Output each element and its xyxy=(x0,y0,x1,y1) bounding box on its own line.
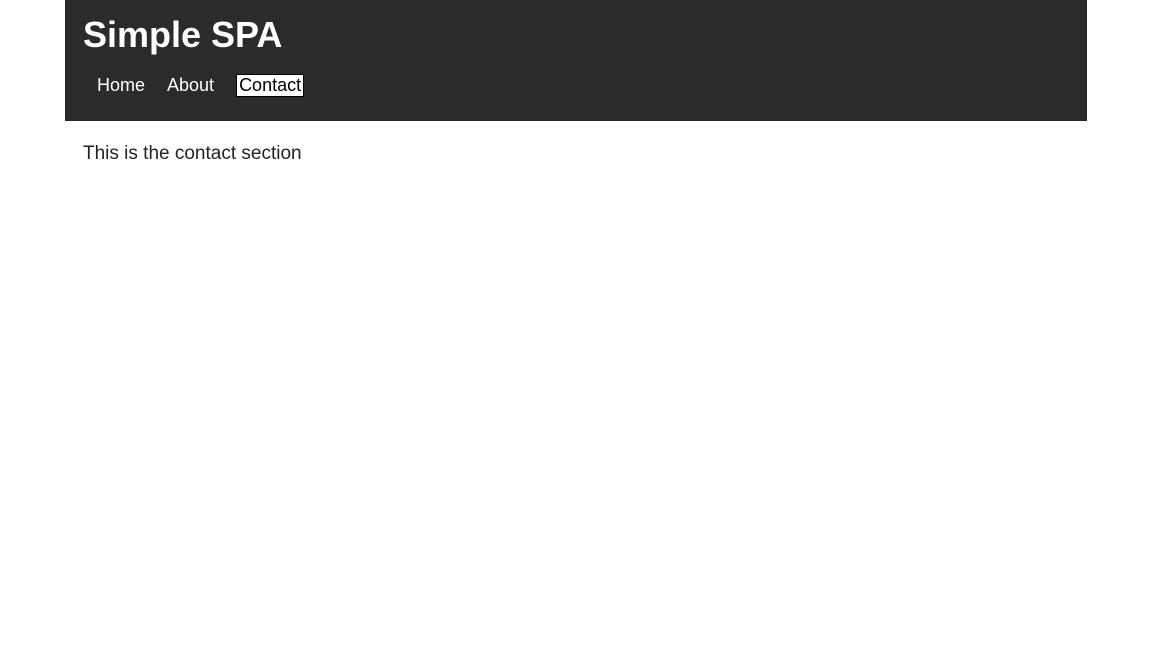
page-root: Simple SPA Home About Contact This is th… xyxy=(0,0,1152,648)
main-content: This is the contact section xyxy=(65,121,1087,187)
main-nav: Home About Contact xyxy=(83,74,1069,97)
nav-contact[interactable]: Contact xyxy=(236,74,304,97)
page-header: Simple SPA Home About Contact xyxy=(65,0,1087,121)
nav-about[interactable]: About xyxy=(167,74,214,97)
content-text: This is the contact section xyxy=(83,143,1069,165)
site-title: Simple SPA xyxy=(83,14,1069,56)
nav-home[interactable]: Home xyxy=(97,74,145,97)
